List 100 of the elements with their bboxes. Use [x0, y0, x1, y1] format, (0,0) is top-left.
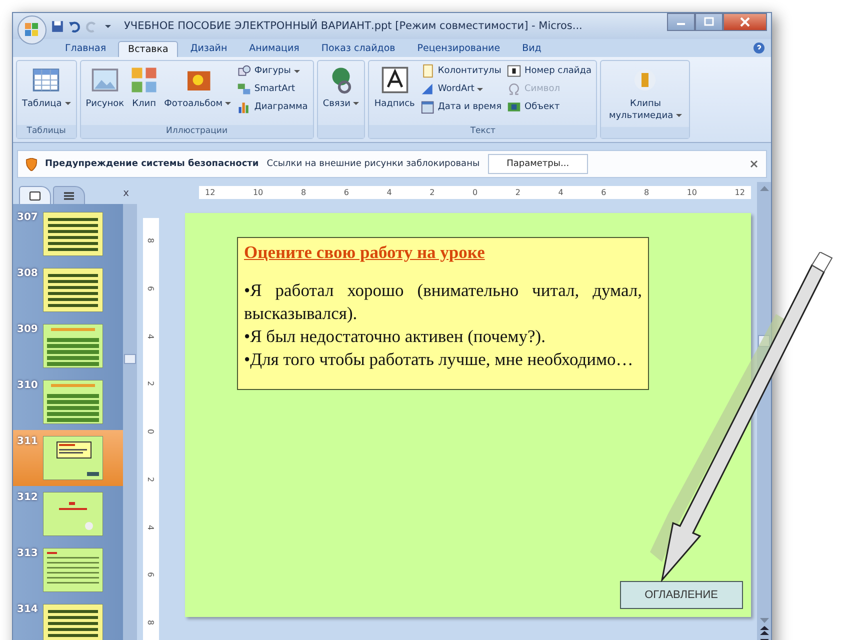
clip-art-icon — [130, 66, 158, 94]
slide-thumbnail[interactable] — [43, 436, 103, 480]
ribbon-tab[interactable]: Анимация — [239, 40, 310, 57]
group-label: Текст — [369, 125, 596, 138]
ribbon-button[interactable]: Колонтитулы — [418, 63, 504, 79]
ruler-number: 4 — [386, 188, 392, 197]
ruler-number: 8 — [146, 238, 156, 244]
security-message: Ссылки на внешние рисунки заблокированы — [266, 159, 480, 169]
security-warning-title: Предупреждение системы безопасности — [45, 159, 259, 169]
ribbon-button[interactable]: Таблица — [20, 63, 73, 113]
slide-thumbnail[interactable] — [43, 380, 103, 424]
bullet-text: •Для того чтобы работать лучше, мне необходимо… — [244, 348, 634, 371]
table-of-contents-button[interactable]: ОГЛАВЛЕНИЕ — [620, 581, 743, 609]
ruler-number: 12 — [205, 188, 216, 197]
slide-number: 311 — [17, 436, 37, 447]
ribbon-button[interactable]: SmartArt — [235, 81, 310, 97]
slide-thumbnail[interactable] — [43, 604, 103, 640]
ribbon-tab[interactable]: Главная — [55, 40, 116, 57]
office-logo-icon[interactable] — [17, 15, 47, 45]
ruler-number: 4 — [146, 333, 156, 339]
save-icon[interactable] — [51, 20, 64, 32]
close-icon[interactable] — [750, 160, 758, 168]
bullet-text: •Я работал хорошо (внимательно читал, думал, высказывался). — [244, 279, 642, 325]
ruler-number: 12 — [734, 188, 745, 197]
caret-icon — [676, 112, 682, 118]
previous-slide-icon[interactable] — [760, 626, 768, 636]
outline-tab[interactable] — [53, 186, 85, 204]
ribbon-tab[interactable]: Рецензирование — [407, 40, 510, 57]
ruler-number: 4 — [558, 188, 564, 197]
close-icon[interactable]: x — [123, 188, 129, 198]
smartart-icon — [237, 82, 252, 96]
slide-number: 309 — [17, 324, 37, 335]
wordart-icon — [420, 82, 435, 96]
ribbon-button[interactable]: Фотоальбом — [162, 63, 234, 113]
ruler-number: 8 — [644, 188, 650, 197]
ruler-number: 6 — [344, 188, 349, 197]
ribbon-button[interactable]: Связи — [320, 63, 362, 113]
ruler-number: 8 — [146, 620, 156, 626]
caret-icon — [225, 100, 232, 106]
ribbon-button[interactable]: Номер слайда — [505, 63, 594, 79]
table-icon — [32, 66, 60, 94]
caret-icon — [64, 100, 71, 106]
caret-icon — [477, 86, 484, 92]
shield-icon — [26, 158, 37, 170]
slide-number: 308 — [17, 268, 37, 279]
slide-thumbnail[interactable] — [43, 492, 103, 536]
ruler-number: 0 — [472, 188, 478, 197]
ribbon-button[interactable]: Клип — [128, 63, 160, 113]
options-button[interactable]: Параметры... — [488, 154, 588, 174]
ribbon-tab[interactable]: Вид — [512, 40, 552, 57]
close-button[interactable] — [723, 13, 767, 31]
omega-icon — [507, 82, 522, 96]
slide-thumbnail[interactable] — [43, 548, 103, 592]
help-icon[interactable] — [753, 42, 765, 54]
scroll-thumb[interactable] — [124, 354, 136, 364]
ruler-number: 6 — [146, 286, 156, 291]
maximize-button[interactable] — [695, 13, 723, 31]
undo-icon[interactable] — [68, 20, 81, 32]
slide-heading: Оцените свою работу на уроке — [244, 242, 486, 263]
ribbon-button[interactable]: Дата и время — [418, 99, 504, 115]
bullet-text: •Я был недостаточно активен (почему?). — [244, 325, 546, 348]
slide-icon — [29, 190, 41, 200]
slide-number: 307 — [17, 212, 37, 223]
ribbon-button[interactable]: Диаграмма — [235, 99, 310, 115]
ruler-number: 4 — [146, 524, 156, 530]
slide-number: 310 — [17, 380, 37, 391]
text-box-icon — [380, 66, 409, 94]
window-title: УЧЕБНОЕ ПОСОБИЕ ЭЛЕКТРОННЫЙ ВАРИАНТ.ppt [Режим совместимости] - Micros... — [124, 20, 582, 32]
ribbon-tab[interactable]: Показ слайдов — [311, 40, 406, 57]
ribbon-tab[interactable]: Дизайн — [180, 40, 238, 57]
ribbon-tab[interactable]: Вставка — [118, 41, 178, 57]
group-label: Таблицы — [17, 125, 76, 138]
ruler-number: 2 — [146, 381, 156, 386]
slide-thumbnail[interactable] — [43, 268, 103, 312]
ruler-number: 2 — [146, 476, 156, 482]
caret-icon — [353, 100, 360, 106]
scrollbar[interactable] — [123, 204, 137, 640]
ruler-number: 10 — [252, 188, 264, 197]
ribbon-button[interactable]: Клипы мультимедиа — [604, 63, 686, 125]
minimize-button[interactable] — [667, 13, 695, 31]
slide-number-icon — [507, 64, 522, 78]
ribbon-button[interactable]: Объект — [505, 99, 594, 115]
slide-thumbnail[interactable] — [43, 324, 103, 368]
list-icon — [63, 190, 75, 200]
caret-icon — [294, 68, 300, 74]
ruler-number: 0 — [146, 428, 156, 434]
slide-number: 313 — [17, 548, 37, 559]
ribbon-button[interactable]: WordArt — [418, 81, 504, 97]
bar-chart-icon — [237, 100, 252, 114]
slide-number: 312 — [17, 492, 37, 503]
slide-thumbnail[interactable] — [43, 212, 103, 256]
ribbon-button[interactable]: Рисунок — [84, 63, 126, 113]
group-footer — [318, 125, 364, 138]
ruler-number: 2 — [515, 188, 520, 197]
group-label: Иллюстрации — [80, 125, 313, 138]
ruler-number: 10 — [686, 188, 697, 197]
ribbon-button[interactable]: Надпись — [372, 63, 417, 113]
ribbon-button[interactable]: Фигуры — [235, 63, 310, 79]
ruler-number: 8 — [300, 188, 306, 197]
slides-tab[interactable] — [19, 186, 51, 204]
